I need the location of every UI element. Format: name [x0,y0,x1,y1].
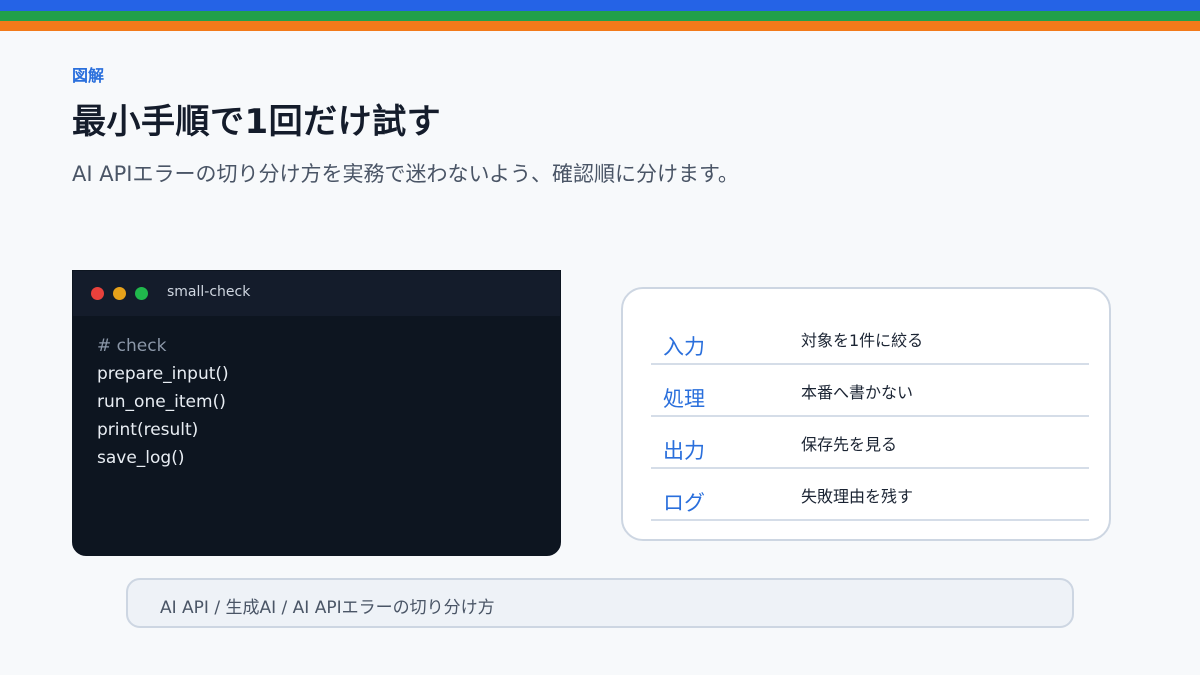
step-row: ログ 失敗理由を残す [651,469,1089,521]
step-value: 本番へ書かない [801,383,914,402]
top-stripe-orange [0,21,1200,31]
terminal-code: # check prepare_input() run_one_item() p… [73,316,560,472]
top-stripe-blue [0,0,1200,11]
step-key: 出力 [663,439,705,463]
steps-card: 入力 対象を1件に絞る 処理 本番へ書かない 出力 保存先を見る ログ 失敗理由… [621,287,1111,541]
code-line: # check [97,336,167,356]
step-row: 処理 本番へ書かない [651,365,1089,417]
breadcrumb: AI API / 生成AI / AI APIエラーの切り分け方 [126,578,1074,628]
step-value: 失敗理由を残す [801,487,914,506]
code-line: print(result) [97,420,199,440]
terminal-window: small-check # check prepare_input() run_… [72,270,561,556]
step-key: 入力 [663,335,705,359]
step-row: 入力 対象を1件に絞る [651,313,1089,365]
top-stripe-green [0,11,1200,21]
step-value: 保存先を見る [801,435,898,454]
page-title: 最小手順で1回だけ試す [72,102,442,142]
code-line: save_log() [97,448,185,468]
step-value: 対象を1件に絞る [801,331,924,350]
section-kicker: 図解 [72,66,105,85]
minimize-dot-icon [113,287,126,300]
step-row: 出力 保存先を見る [651,417,1089,469]
step-key: ログ [663,491,705,515]
terminal-title-bar: small-check [73,271,560,316]
breadcrumb-text: AI API / 生成AI / AI APIエラーの切り分け方 [160,598,495,618]
maximize-dot-icon [135,287,148,300]
step-key: 処理 [663,387,705,411]
code-line: prepare_input() [97,364,229,384]
close-dot-icon [91,287,104,300]
code-line: run_one_item() [97,392,226,412]
page-subtitle: AI APIエラーの切り分け方を実務で迷わないよう、確認順に分けます。 [72,162,739,186]
terminal-title: small-check [167,284,251,300]
